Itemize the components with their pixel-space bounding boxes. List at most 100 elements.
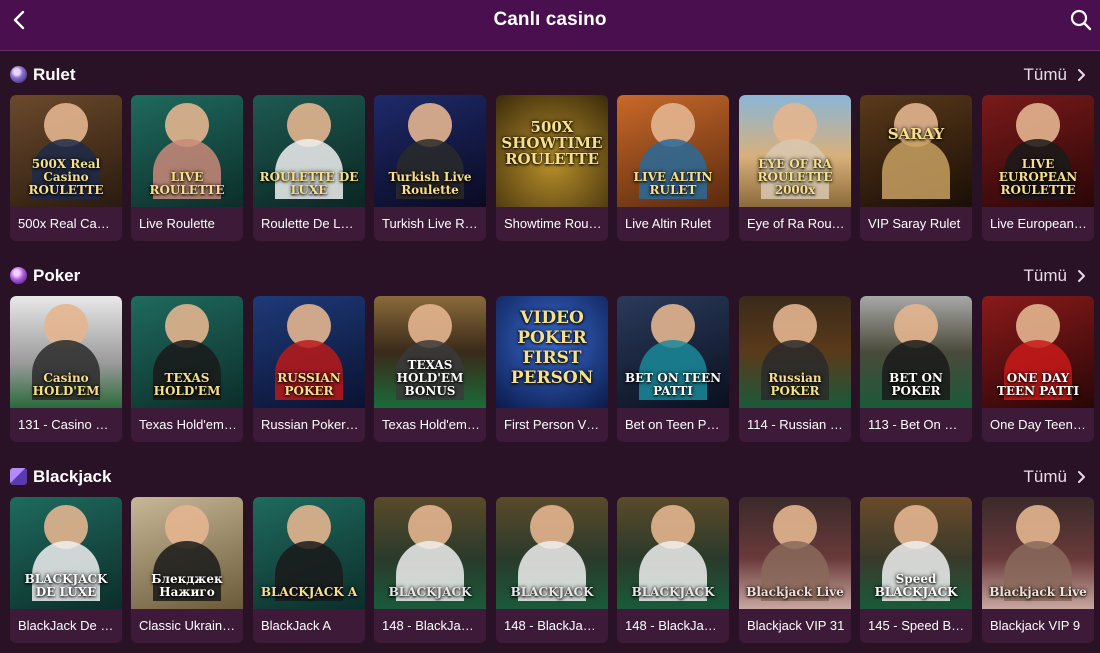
- game-thumbnail: 500X SHOWTIME ROULETTE: [496, 95, 608, 207]
- game-logo: Casino HOLD'EM: [32, 371, 100, 398]
- game-logo: BLACKJACK: [631, 585, 715, 599]
- search-icon: [1070, 9, 1092, 31]
- see-all-link[interactable]: Tümü: [1024, 467, 1086, 487]
- game-card[interactable]: Speed BLACKJACK 145 - Speed Bla...: [860, 497, 972, 643]
- game-thumbnail: Russian POKER: [739, 296, 851, 408]
- game-thumbnail: LIVE ROULETTE: [131, 95, 243, 207]
- game-logo: Turkish Live Roulette: [388, 170, 472, 197]
- game-title: Live Roulette: [139, 216, 215, 231]
- game-logo: BLACKJACK DE LUXE: [24, 572, 108, 599]
- game-thumbnail: BET ON TEEN PATTI: [617, 296, 729, 408]
- game-card[interactable]: 500X Real Casino ROULETTE 500x Real Casi…: [10, 95, 122, 241]
- game-title: VIP Saray Rulet: [868, 216, 961, 231]
- game-card[interactable]: Turkish Live Roulette Turkish Live Ro...: [374, 95, 486, 241]
- see-all-label: Tümü: [1023, 467, 1067, 486]
- game-title: Texas Hold'em ...: [139, 417, 237, 432]
- game-logo: Блекджек Нажиго: [151, 572, 223, 599]
- game-thumbnail: EYE OF RA ROULETTE 2000x: [739, 95, 851, 207]
- game-title: Bet on Teen Patti: [625, 417, 723, 432]
- game-thumbnail: Blackjack Live: [982, 497, 1094, 609]
- game-card[interactable]: TEXAS HOLD'EM Texas Hold'em ...: [131, 296, 243, 442]
- game-thumbnail: TEXAS HOLD'EM: [131, 296, 243, 408]
- game-card[interactable]: BLACKJACK 148 - BlackJack...: [617, 497, 729, 643]
- game-card[interactable]: LIVE EUROPEAN ROULETTE Live European R..…: [982, 95, 1094, 241]
- game-card[interactable]: Blackjack Live Blackjack VIP 31: [739, 497, 851, 643]
- game-title: 113 - Bet On Po...: [868, 417, 966, 432]
- roulette-icon: [10, 66, 27, 83]
- game-card[interactable]: BLACKJACK 148 - BlackJack...: [496, 497, 608, 643]
- page-title: Canlı casino: [493, 9, 607, 30]
- game-thumbnail: Блекджек Нажиго: [131, 497, 243, 609]
- game-title: Blackjack VIP 31: [747, 618, 845, 633]
- game-thumbnail: Casino HOLD'EM: [10, 296, 122, 408]
- game-thumbnail: TEXAS HOLD'EM BONUS: [374, 296, 486, 408]
- game-title: Eye of Ra Roule...: [747, 216, 845, 231]
- game-card[interactable]: BLACKJACK 148 - BlackJack...: [374, 497, 486, 643]
- game-thumbnail: Blackjack Live: [739, 497, 851, 609]
- game-card[interactable]: EYE OF RA ROULETTE 2000x Eye of Ra Roule…: [739, 95, 851, 241]
- section-title: Blackjack: [33, 467, 112, 486]
- see-all-link[interactable]: Tümü: [1024, 65, 1086, 85]
- game-logo: LIVE ALTIN RULET: [633, 170, 713, 197]
- game-thumbnail: Speed BLACKJACK: [860, 497, 972, 609]
- game-card[interactable]: Casino HOLD'EM 131 - Casino Ho...: [10, 296, 122, 442]
- game-logo: SARAY: [887, 125, 945, 143]
- section-title: Rulet: [33, 65, 76, 84]
- game-thumbnail: Turkish Live Roulette: [374, 95, 486, 207]
- game-card[interactable]: 500X SHOWTIME ROULETTE Showtime Roul...: [496, 95, 608, 241]
- game-logo: 500X SHOWTIME ROULETTE: [501, 118, 603, 168]
- section-header: Blackjack Tümü: [0, 464, 1100, 490]
- game-title: Texas Hold'em ...: [382, 417, 480, 432]
- game-logo: BLACKJACK A: [260, 585, 358, 599]
- game-title: Roulette De Luxe: [261, 216, 359, 231]
- see-all-link[interactable]: Tümü: [1024, 266, 1086, 286]
- game-card[interactable]: TEXAS HOLD'EM BONUS Texas Hold'em ...: [374, 296, 486, 442]
- top-bar: Canlı casino: [0, 0, 1100, 51]
- game-logo: LIVE EUROPEAN ROULETTE: [998, 157, 1078, 197]
- game-card[interactable]: ONE DAY TEEN PATTI One Day Teen P...: [982, 296, 1094, 442]
- see-all-label: Tümü: [1023, 266, 1067, 285]
- game-logo: Speed BLACKJACK: [874, 572, 958, 599]
- game-thumbnail: BLACKJACK: [374, 497, 486, 609]
- game-title: Turkish Live Ro...: [382, 216, 480, 231]
- game-logo: EYE OF RA ROULETTE 2000x: [757, 157, 833, 197]
- game-thumbnail: 500X Real Casino ROULETTE: [10, 95, 122, 207]
- game-logo: ROULETTE DE LUXE: [259, 170, 359, 197]
- game-card[interactable]: Blackjack Live Blackjack VIP 9: [982, 497, 1094, 643]
- game-thumbnail: RUSSIAN POKER: [253, 296, 365, 408]
- game-title: 131 - Casino Ho...: [18, 417, 116, 432]
- game-logo: RUSSIAN POKER: [277, 371, 341, 398]
- game-thumbnail: LIVE ALTIN RULET: [617, 95, 729, 207]
- game-card[interactable]: VIDEO POKER FIRST PERSON First Person Vi…: [496, 296, 608, 442]
- game-logo: BET ON TEEN PATTI: [624, 371, 722, 398]
- game-card[interactable]: BET ON TEEN PATTI Bet on Teen Patti: [617, 296, 729, 442]
- game-card[interactable]: ROULETTE DE LUXE Roulette De Luxe: [253, 95, 365, 241]
- game-thumbnail: BLACKJACK: [496, 497, 608, 609]
- game-card[interactable]: Russian POKER 114 - Russian P...: [739, 296, 851, 442]
- game-title: First Person Vid...: [504, 417, 602, 432]
- game-card[interactable]: BLACKJACK A BlackJack A: [253, 497, 365, 643]
- game-title: Live European R...: [990, 216, 1088, 231]
- game-logo: Blackjack Live: [989, 585, 1087, 599]
- game-card[interactable]: LIVE ALTIN RULET Live Altin Rulet: [617, 95, 729, 241]
- game-title: Live Altin Rulet: [625, 216, 711, 231]
- game-thumbnail: BET ON POKER: [860, 296, 972, 408]
- game-logo: 500X Real Casino ROULETTE: [28, 157, 104, 197]
- game-card[interactable]: LIVE ROULETTE Live Roulette: [131, 95, 243, 241]
- game-card[interactable]: Блекджек Нажиго Classic Ukrainia...: [131, 497, 243, 643]
- game-title: Showtime Roul...: [504, 216, 602, 231]
- game-card[interactable]: BLACKJACK DE LUXE BlackJack De L...: [10, 497, 122, 643]
- search-button[interactable]: [1070, 9, 1092, 31]
- game-logo: BLACKJACK: [388, 585, 472, 599]
- game-thumbnail: SARAY: [860, 95, 972, 207]
- section-title: Poker: [33, 266, 81, 285]
- poker-chip-icon: [10, 267, 27, 284]
- game-card[interactable]: SARAY VIP Saray Rulet: [860, 95, 972, 241]
- game-title: 148 - BlackJack...: [504, 618, 602, 633]
- game-thumbnail: BLACKJACK: [617, 497, 729, 609]
- section-header: Poker Tümü: [0, 263, 1100, 289]
- game-card[interactable]: RUSSIAN POKER Russian Poker ...: [253, 296, 365, 442]
- game-title: One Day Teen P...: [990, 417, 1088, 432]
- game-card[interactable]: BET ON POKER 113 - Bet On Po...: [860, 296, 972, 442]
- game-title: 148 - BlackJack...: [382, 618, 480, 633]
